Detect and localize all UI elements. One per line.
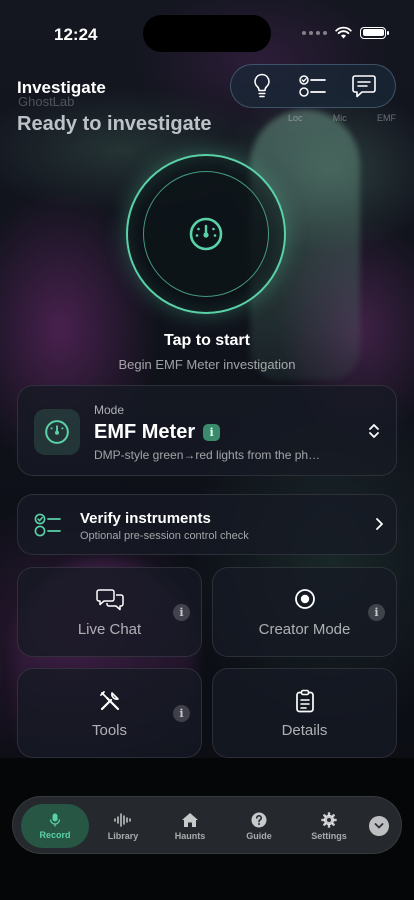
tab-haunts-label: Haunts bbox=[174, 830, 206, 841]
gauge-icon bbox=[189, 217, 223, 251]
permission-label-emf: EMF bbox=[376, 113, 396, 123]
mode-description: DMP-style green→red lights from the ph… bbox=[94, 448, 321, 462]
tab-library[interactable]: Library bbox=[101, 797, 145, 855]
tab-record-label: Record bbox=[39, 829, 71, 840]
quick-tools-pill bbox=[230, 64, 396, 108]
checklist-button[interactable] bbox=[293, 68, 333, 104]
mode-label: Mode bbox=[94, 403, 125, 417]
details-label: Details bbox=[281, 722, 328, 739]
chevron-up-down-icon bbox=[369, 424, 379, 438]
tools-info-button[interactable]: i bbox=[173, 705, 190, 722]
chat-bubble-icon bbox=[351, 75, 376, 98]
house-icon bbox=[182, 812, 198, 827]
record-subtitle: Begin EMF Meter investigation bbox=[118, 357, 296, 372]
mode-selector[interactable]: Mode EMF Meter i DMP-style green→red lig… bbox=[17, 385, 397, 476]
tab-more-button[interactable] bbox=[369, 816, 389, 836]
live-chat-tile[interactable]: Live Chat i bbox=[17, 567, 202, 657]
creator-mode-info-button[interactable]: i bbox=[368, 604, 385, 621]
chat-button[interactable] bbox=[344, 68, 384, 104]
page-title: Investigate bbox=[17, 78, 106, 97]
tab-bar: Record Library Haunts Guide Settings bbox=[12, 796, 402, 854]
battery-icon bbox=[360, 26, 389, 39]
creator-mode-label: Creator Mode bbox=[258, 621, 351, 638]
live-chat-info-button[interactable]: i bbox=[173, 604, 190, 621]
tab-haunts[interactable]: Haunts bbox=[168, 797, 212, 855]
clipboard-icon bbox=[295, 689, 314, 713]
verify-subtitle: Optional pre-session control check bbox=[80, 530, 249, 542]
verify-instruments-row[interactable]: Verify instruments Optional pre-session … bbox=[17, 494, 397, 555]
checklist-icon bbox=[34, 513, 61, 537]
mode-name-text: EMF Meter bbox=[94, 421, 196, 443]
mode-icon-box bbox=[34, 409, 80, 455]
tab-settings-label: Settings bbox=[311, 830, 347, 841]
creator-mode-tile[interactable]: Creator Mode i bbox=[212, 567, 397, 657]
mode-info-button[interactable]: i bbox=[203, 424, 221, 441]
lightbulb-icon bbox=[254, 73, 271, 98]
record-circle-icon bbox=[294, 589, 315, 609]
verify-title: Verify instruments bbox=[80, 510, 211, 527]
start-investigation-inner[interactable] bbox=[143, 171, 269, 297]
status-indicators bbox=[302, 26, 389, 39]
tab-record[interactable]: Record bbox=[21, 804, 89, 848]
tab-library-label: Library bbox=[107, 830, 139, 841]
mic-icon bbox=[49, 813, 61, 826]
tab-guide[interactable]: Guide bbox=[237, 797, 281, 855]
chat-bubbles-icon bbox=[95, 589, 124, 611]
tab-guide-label: Guide bbox=[246, 830, 272, 841]
wifi-icon bbox=[335, 26, 352, 39]
tools-label: Tools bbox=[91, 722, 128, 739]
permission-label-mic: Mic bbox=[332, 113, 347, 123]
chevron-right-icon bbox=[376, 518, 383, 530]
tips-button[interactable] bbox=[242, 68, 282, 104]
chevron-down-icon bbox=[374, 823, 384, 829]
tab-settings[interactable]: Settings bbox=[306, 797, 352, 855]
status-subtitle: Ready to investigate bbox=[17, 113, 212, 135]
gauge-icon bbox=[45, 420, 69, 444]
checklist-icon bbox=[299, 75, 326, 97]
permission-labels: Loc Mic EMF bbox=[288, 113, 396, 123]
tools-icon bbox=[99, 691, 119, 711]
gear-icon bbox=[321, 811, 337, 828]
question-icon bbox=[251, 812, 267, 827]
record-title: Tap to start bbox=[164, 332, 250, 349]
dynamic-island bbox=[143, 15, 271, 52]
details-tile[interactable]: Details bbox=[212, 668, 397, 758]
live-chat-label: Live Chat bbox=[77, 621, 142, 638]
mode-name: EMF Meter i bbox=[94, 421, 221, 444]
tools-tile[interactable]: Tools i bbox=[17, 668, 202, 758]
cellular-signal-icon bbox=[302, 30, 327, 35]
status-time: 12:24 bbox=[54, 25, 98, 44]
waveform-icon bbox=[114, 812, 131, 827]
permission-label-location: Loc bbox=[288, 113, 303, 123]
